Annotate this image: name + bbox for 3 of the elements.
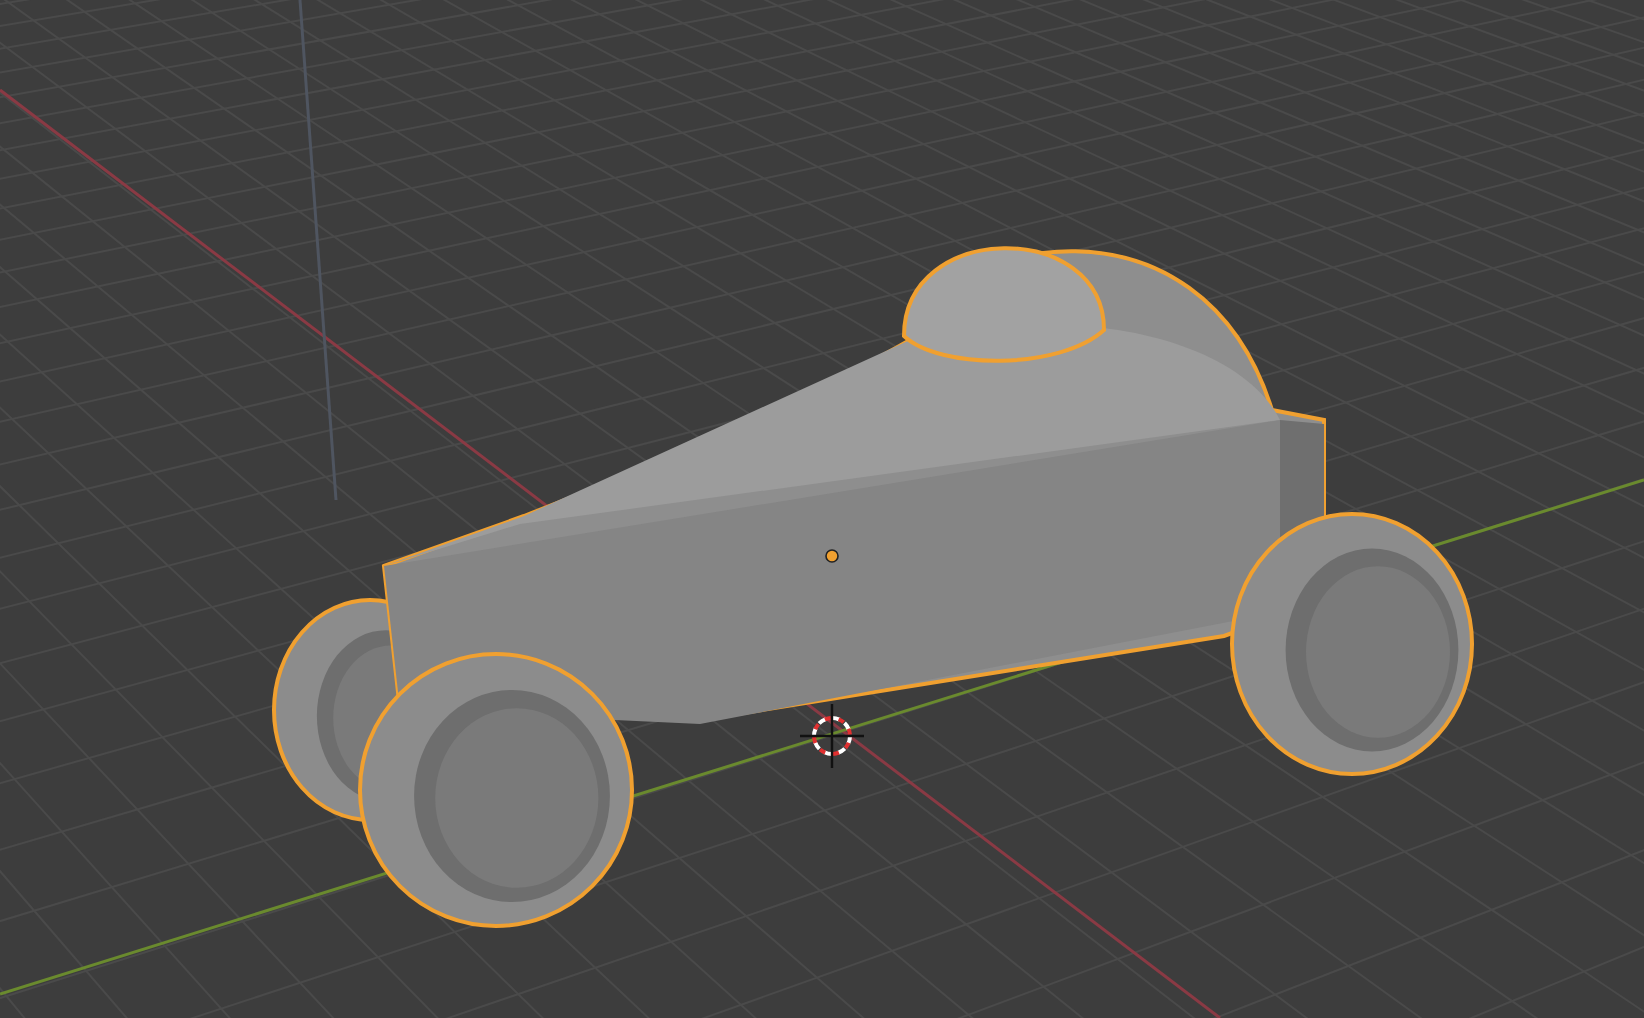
origin-dot-icon bbox=[825, 549, 839, 563]
crosshair-cursor-icon[interactable] bbox=[800, 704, 864, 768]
car-model-drawing[interactable] bbox=[272, 246, 1474, 928]
